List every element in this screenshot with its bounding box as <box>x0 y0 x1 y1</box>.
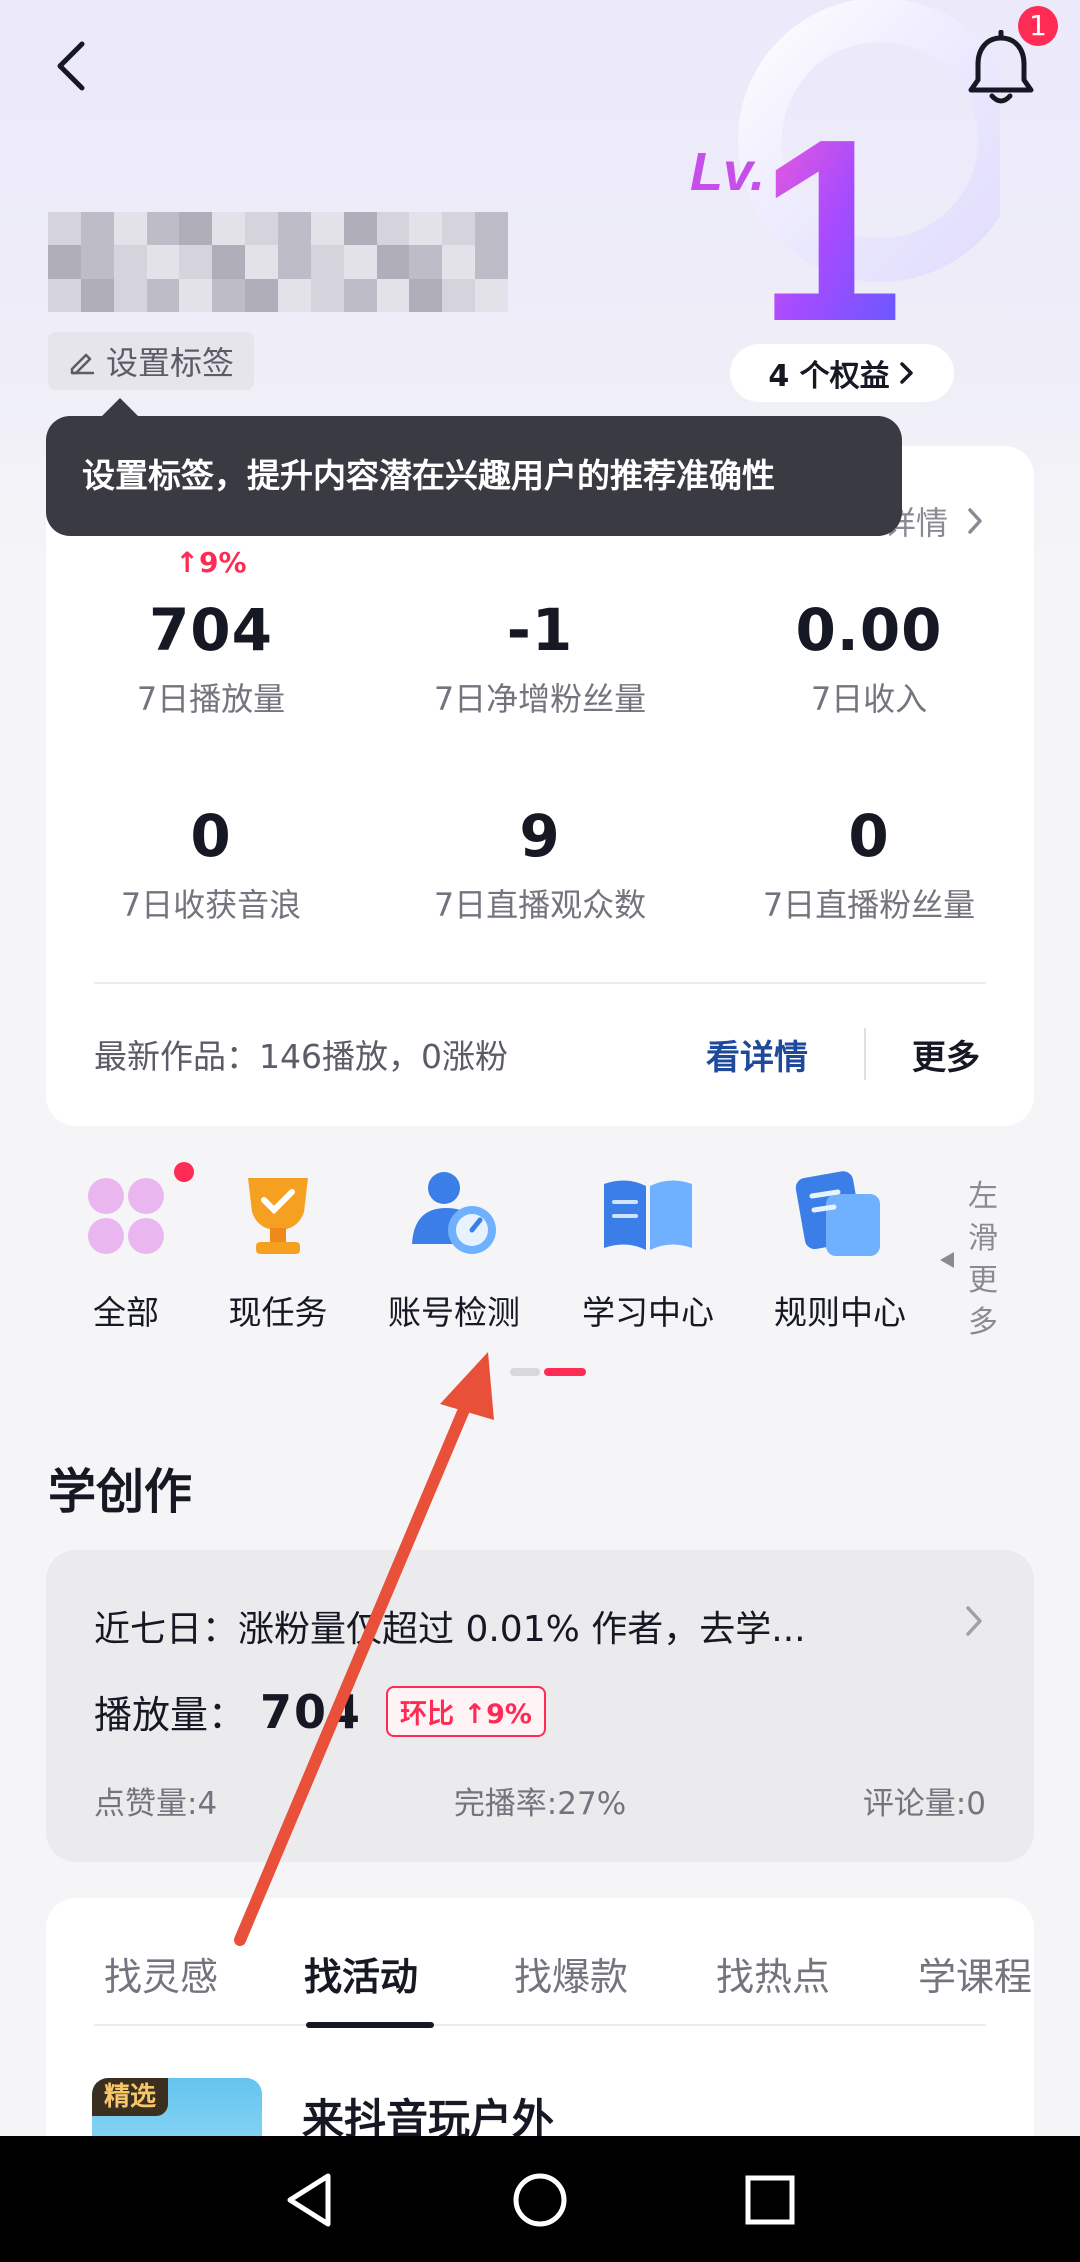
latest-work-summary: 最新作品：146播放，0涨粉 <box>94 1037 508 1076</box>
nav-recents-button[interactable] <box>730 2160 810 2240</box>
stat-value: 0.00 <box>795 596 943 664</box>
rules-icon <box>790 1164 890 1264</box>
stat-label: 7日净增粉丝量 <box>433 680 647 718</box>
chevron-right-icon <box>899 362 913 384</box>
shortcut-label: 现任务 <box>228 1293 328 1332</box>
stat-plays[interactable]: ↑9% 704 7日播放量 <box>46 546 376 720</box>
chevron-left-icon <box>57 41 85 91</box>
tab-hot-topics[interactable]: 找热点 <box>716 1946 830 2001</box>
stat-value: -1 <box>506 596 574 664</box>
page-dot <box>510 1368 540 1376</box>
shortcut-all[interactable]: 全部 <box>46 1162 206 1334</box>
chevron-right-icon <box>966 1606 982 1636</box>
divider <box>94 2024 986 2026</box>
username-pixelated <box>48 212 508 312</box>
triangle-back-icon <box>287 2173 331 2227</box>
stat-value: 704 <box>148 596 274 664</box>
more-link[interactable]: 更多 <box>912 1030 980 1079</box>
swipe-hint-char: 更 <box>968 1263 998 1298</box>
stat-value: 0 <box>848 802 890 870</box>
notification-badge: 1 <box>1018 6 1058 46</box>
book-icon <box>598 1164 698 1264</box>
stat-label: 7日收入 <box>810 680 928 718</box>
stat-value: 0 <box>190 802 232 870</box>
swipe-hint: 左 滑 更 多 <box>938 1176 1010 1344</box>
account-check-icon <box>404 1164 504 1264</box>
plays-row: 播放量： 704 环比 ↑9% <box>94 1684 546 1739</box>
plays-value: 704 <box>260 1684 363 1739</box>
new-dot <box>174 1162 194 1182</box>
trophy-icon <box>228 1164 328 1264</box>
stat-sound-waves[interactable]: 0 7日收获音浪 <box>46 802 376 926</box>
completion-metric: 完播率:27% <box>453 1786 627 1822</box>
set-tag-button[interactable]: 设置标签 <box>48 332 254 390</box>
set-tag-tooltip[interactable]: 设置标签，提升内容潜在兴趣用户的推荐准确性 <box>46 398 902 536</box>
featured-badge: 精选 <box>92 2078 169 2116</box>
plays-label: 播放量： <box>94 1693 247 1737</box>
learn-summary-text: 近七日：涨粉量仅超过 0.01% 作者，去学... <box>94 1609 806 1650</box>
shortcut-label: 全部 <box>93 1293 159 1332</box>
comments-metric: 评论量:0 <box>862 1786 986 1822</box>
shortcut-label: 学习中心 <box>582 1293 714 1332</box>
stats-card: 详情 ↑9% 704 7日播放量 -1 7日净增粉丝量 0.00 7日收入 0 … <box>46 446 1034 1126</box>
plays-change-badge: 环比 ↑9% <box>386 1686 546 1737</box>
level-badge-art: Lv. 1 <box>690 0 1000 340</box>
triangle-left-icon <box>940 1252 954 1268</box>
stat-income[interactable]: 0.00 7日收入 <box>704 596 1034 720</box>
section-title: 学创作 <box>48 1464 193 1520</box>
stat-label: 7日直播观众数 <box>433 886 647 924</box>
back-button[interactable] <box>44 36 104 96</box>
tab-courses[interactable]: 学课程 <box>918 1946 1034 2001</box>
chevron-right-icon <box>968 508 982 534</box>
likes-metric: 点赞量:4 <box>94 1786 218 1822</box>
view-detail-link[interactable]: 看详情 <box>706 1030 808 1079</box>
swipe-hint-char: 滑 <box>968 1221 998 1256</box>
divider <box>94 982 986 984</box>
shortcut-label: 规则中心 <box>774 1293 906 1332</box>
circle-home-icon <box>513 2173 567 2227</box>
system-nav-bar <box>0 2136 1080 2262</box>
page-dot-active <box>544 1368 586 1376</box>
tab-hits[interactable]: 找爆款 <box>514 1946 628 2001</box>
level-number: 1 <box>758 86 903 340</box>
stat-trend: ↑9% <box>175 546 247 579</box>
shortcut-account-check[interactable]: 账号检测 <box>374 1164 534 1334</box>
learn-summary-card[interactable]: 近七日：涨粉量仅超过 0.01% 作者，去学... 播放量： 704 环比 ↑9… <box>46 1550 1034 1862</box>
shortcut-learning-center[interactable]: 学习中心 <box>568 1164 728 1334</box>
shortcut-label: 账号检测 <box>388 1293 520 1332</box>
active-tab-indicator <box>306 2022 434 2028</box>
swipe-hint-char: 多 <box>968 1305 998 1340</box>
divider <box>864 1028 866 1080</box>
nav-back-button[interactable] <box>270 2160 350 2240</box>
tab-inspiration[interactable]: 找灵感 <box>104 1946 218 2001</box>
pencil-icon <box>70 353 94 375</box>
stat-live-followers[interactable]: 0 7日直播粉丝量 <box>704 802 1034 926</box>
square-recents-icon <box>745 2175 795 2225</box>
stat-label: 7日直播粉丝量 <box>762 886 976 924</box>
swipe-hint-char: 左 <box>968 1179 998 1214</box>
shortcut-row: 全部 现任务 账号检测 学习中心 规则中心 <box>46 1162 1080 1344</box>
shortcut-tasks[interactable]: 现任务 <box>198 1164 358 1334</box>
stat-live-viewers[interactable]: 9 7日直播观众数 <box>375 802 705 926</box>
level-prefix: Lv. <box>690 142 765 202</box>
stat-label: 7日收获音浪 <box>120 886 302 924</box>
stat-value: 9 <box>519 802 561 870</box>
grid-icon <box>76 1162 194 1264</box>
stat-label: 7日播放量 <box>136 680 286 718</box>
benefits-label: 4 个权益 <box>768 359 890 394</box>
stat-net-followers[interactable]: -1 7日净增粉丝量 <box>375 596 705 720</box>
metrics-row: 点赞量:4 完播率:27% 评论量:0 <box>94 1778 986 1823</box>
set-tag-label: 设置标签 <box>105 344 234 382</box>
benefits-button[interactable]: 4 个权益 <box>730 344 954 402</box>
tab-activities[interactable]: 找活动 <box>304 1946 418 2001</box>
nav-home-button[interactable] <box>500 2160 580 2240</box>
page-indicator <box>510 1368 586 1376</box>
shortcut-rules-center[interactable]: 规则中心 <box>760 1164 920 1334</box>
